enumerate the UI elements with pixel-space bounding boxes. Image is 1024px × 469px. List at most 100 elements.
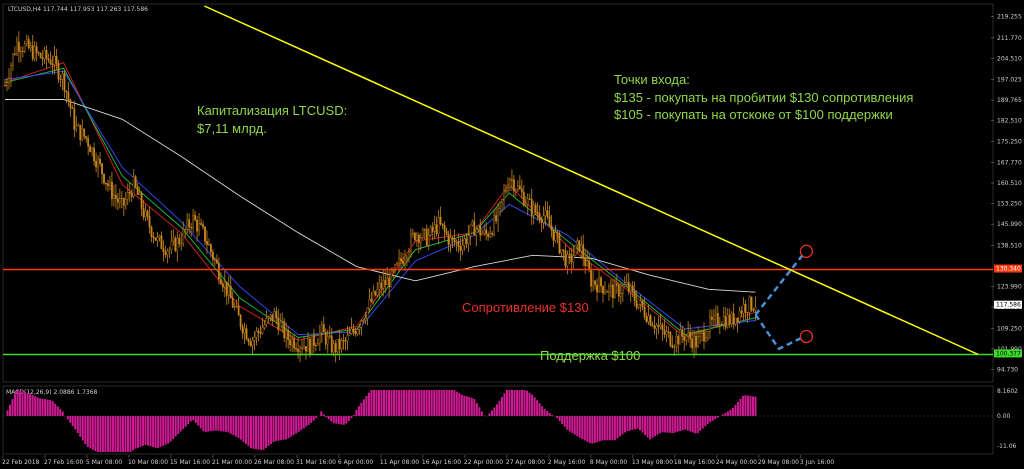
- candle-body: [144, 211, 147, 218]
- candle-body: [639, 300, 642, 305]
- candle-body: [552, 229, 555, 241]
- x-tick-label: 31 Mar 16:00: [296, 459, 336, 466]
- price-tag-resistance: 130.340: [994, 264, 1022, 273]
- candle-body: [671, 345, 674, 348]
- candle-body: [447, 233, 450, 245]
- candle-body: [295, 347, 297, 350]
- candle-body: [712, 314, 715, 320]
- y-tick-label: 94.730: [997, 366, 1018, 373]
- candle-body: [257, 330, 260, 333]
- candle-body: [83, 128, 86, 137]
- candle-body: [520, 188, 523, 193]
- candle-body: [261, 327, 264, 334]
- candle-body: [497, 207, 499, 222]
- candle-body: [568, 254, 571, 256]
- candle-body: [402, 260, 404, 264]
- candle-body: [113, 194, 115, 199]
- candle-body: [695, 335, 697, 348]
- candle-body: [35, 46, 38, 53]
- candle-body: [249, 341, 252, 346]
- candle-body: [277, 317, 280, 331]
- candle-body: [275, 311, 278, 319]
- candle-body: [136, 186, 139, 195]
- candle-body: [697, 336, 699, 348]
- candle-body: [457, 241, 460, 247]
- candle-body: [512, 179, 515, 192]
- candle-body: [97, 158, 99, 168]
- candle-body: [160, 235, 163, 249]
- candle-body: [740, 310, 743, 314]
- candle-body: [511, 179, 513, 181]
- candle-body: [204, 226, 206, 242]
- x-tick-label: 11 Apr 08:00: [380, 459, 419, 466]
- candle-body: [651, 324, 654, 327]
- candle-body: [503, 191, 505, 200]
- candle-body: [75, 125, 78, 130]
- candle-body: [524, 203, 527, 206]
- candle-body: [433, 224, 436, 232]
- candle-body: [334, 343, 337, 353]
- candle-body: [461, 245, 464, 251]
- candle-body: [235, 305, 238, 307]
- candle-body: [703, 331, 705, 342]
- candle-body: [483, 229, 486, 234]
- symbol-info: LTCUSD,H4 117.744 117.953 117.263 117.58…: [8, 6, 148, 13]
- price-chart[interactable]: LTCUSD,H4 117.744 117.953 117.263 117.58…: [0, 0, 1024, 469]
- x-tick-label: 13 May 08:00: [632, 459, 673, 466]
- candle-body: [687, 331, 690, 336]
- svg-text:100.377: 100.377: [996, 350, 1021, 357]
- candle-body: [150, 227, 153, 237]
- candle-body: [198, 223, 200, 232]
- candle-body: [451, 237, 454, 239]
- candle-body: [673, 346, 676, 348]
- x-tick-label: 5 Mar 08:00: [86, 459, 122, 466]
- candle-body: [251, 340, 254, 346]
- candle-body: [299, 347, 301, 352]
- candle-body: [37, 52, 40, 54]
- candle-body: [410, 234, 412, 252]
- candle-body: [273, 311, 276, 322]
- candle-body: [378, 283, 381, 290]
- entry-line-1: $135 - покупать на пробитии $130 сопроти…: [614, 90, 913, 105]
- candle-body: [754, 307, 757, 311]
- x-tick-label: 27 Feb 16:00: [44, 459, 84, 466]
- y-tick-label: 219.255: [997, 14, 1022, 21]
- candle-body: [69, 99, 72, 108]
- candle-body: [27, 39, 30, 49]
- candle-body: [101, 163, 103, 175]
- candle-body: [707, 331, 709, 339]
- candle-body: [12, 53, 14, 66]
- candle-body: [606, 291, 608, 293]
- candle-body: [158, 235, 161, 238]
- x-tick-label: 8 May 00:00: [590, 459, 628, 466]
- candle-body: [404, 258, 406, 264]
- candle-body: [469, 224, 472, 236]
- candle-body: [584, 257, 587, 266]
- candle-body: [14, 53, 16, 55]
- candle-body: [629, 285, 632, 292]
- candle-body: [338, 338, 341, 350]
- candle-body: [384, 279, 387, 285]
- candle-body: [99, 158, 101, 164]
- candle-body: [429, 226, 432, 236]
- candle-body: [23, 43, 26, 52]
- candle-body: [291, 338, 294, 346]
- candle-body: [364, 318, 367, 321]
- candle-body: [724, 316, 727, 328]
- candle-body: [594, 280, 596, 286]
- candle-body: [441, 223, 444, 226]
- resistance-label: Сопротивление $130: [462, 300, 589, 315]
- candle-body: [314, 345, 317, 347]
- y-tick-label: 109.250: [997, 325, 1022, 332]
- svg-text:0.00: 0.00: [997, 413, 1011, 420]
- candle-body: [283, 321, 286, 339]
- candle-body: [576, 240, 579, 246]
- candle-body: [243, 328, 246, 334]
- candle-body: [661, 324, 664, 331]
- candle-body: [475, 228, 478, 236]
- candle-body: [194, 214, 196, 221]
- candle-body: [208, 244, 210, 246]
- candle-body: [588, 260, 591, 271]
- candle-body: [297, 348, 299, 352]
- candle-body: [477, 225, 480, 230]
